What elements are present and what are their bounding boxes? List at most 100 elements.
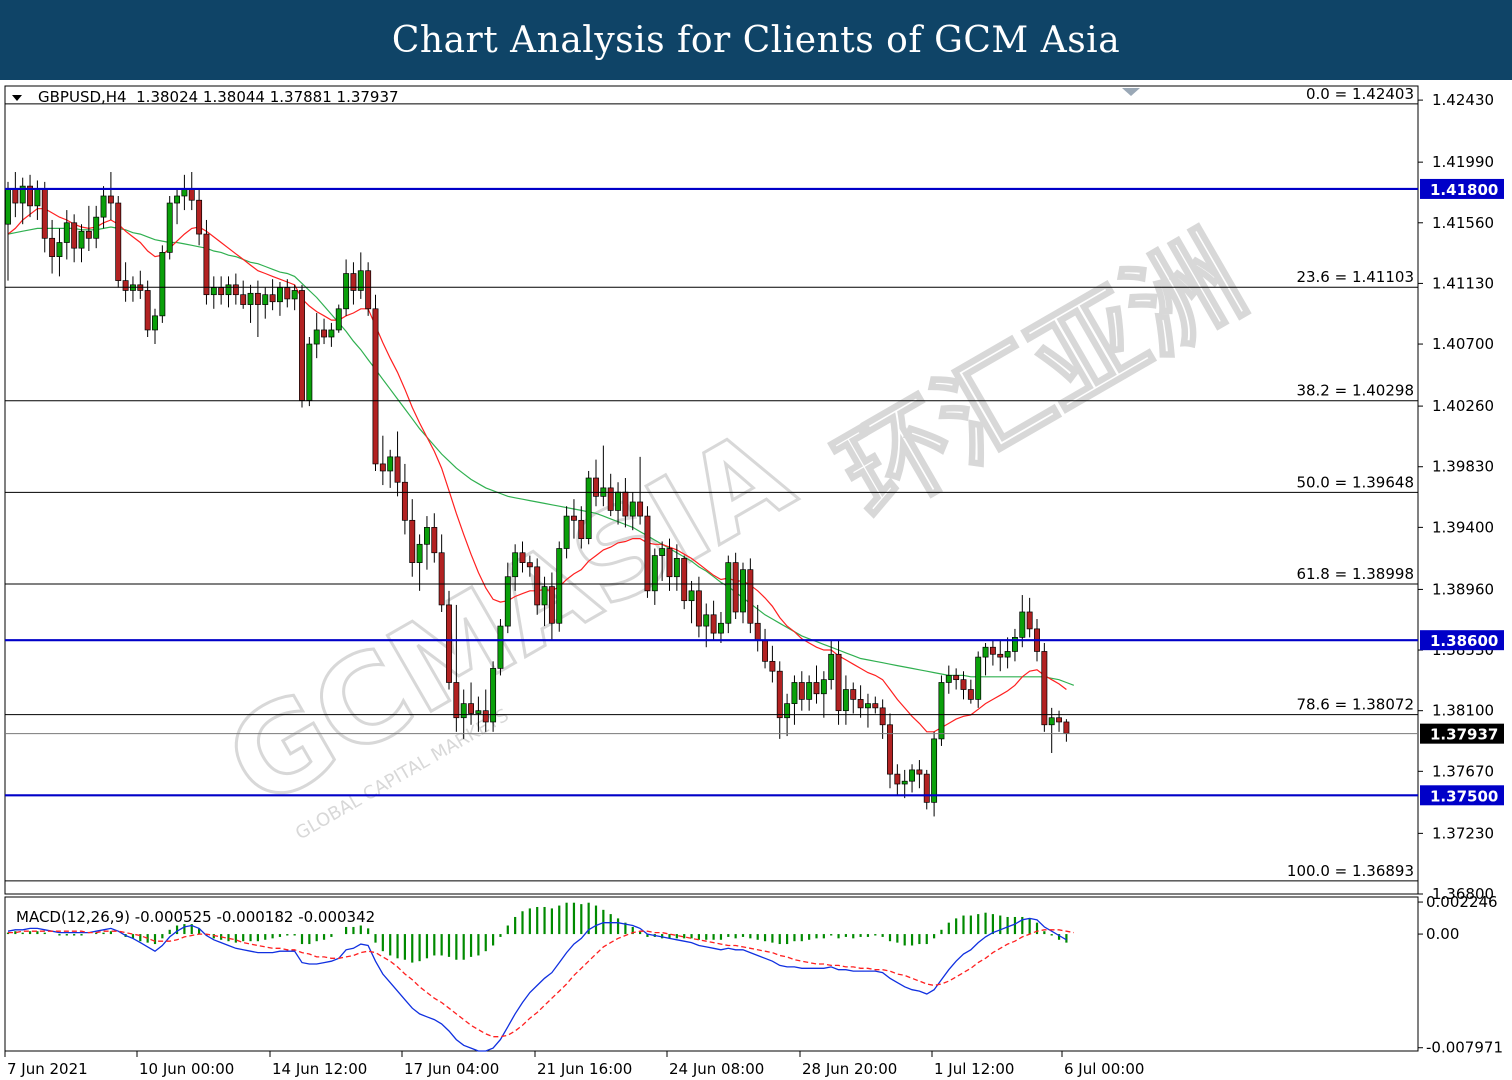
- candle-body: [945, 675, 952, 683]
- candle-body: [365, 270, 372, 310]
- candle-body: [784, 703, 791, 719]
- candle-body: [284, 287, 291, 300]
- candle-body: [997, 653, 1004, 658]
- candle-body: [431, 527, 438, 554]
- candle-body: [931, 738, 938, 803]
- candle: [490, 661, 497, 732]
- candle-body: [159, 252, 166, 317]
- price-tick-label: 1.41130: [1432, 274, 1494, 292]
- candle-body: [100, 195, 107, 218]
- current-price-label: 1.37937: [1430, 726, 1498, 744]
- price-axis: 1.42430 1.41990 1.41560 1.41130 1.40700 1.402…: [1418, 91, 1504, 903]
- candle-body: [622, 491, 629, 517]
- fib-label: 78.6 = 1.38072: [1296, 696, 1414, 714]
- macd-header: MACD(12,26,9) -0.000525 -0.000182 -0.000…: [16, 908, 375, 926]
- candle-body: [247, 292, 254, 305]
- candle-body: [1048, 717, 1055, 726]
- candle-body: [210, 287, 217, 296]
- candle-body: [989, 646, 996, 655]
- candle-body: [666, 548, 673, 578]
- candle-body: [306, 343, 313, 401]
- candle: [372, 294, 379, 471]
- candle-body: [798, 682, 805, 700]
- time-tick-label: 1 Jul 12:00: [934, 1060, 1014, 1078]
- fib-label: 61.8 = 1.38998: [1296, 565, 1414, 583]
- candle-body: [63, 222, 70, 243]
- candle-body: [232, 284, 239, 296]
- macd-tick-label: -0.007971: [1426, 1039, 1503, 1057]
- candle-body: [725, 562, 732, 624]
- candle-body: [909, 769, 916, 782]
- candle-body: [343, 273, 350, 310]
- candle-body: [34, 188, 41, 207]
- candle-body: [240, 294, 247, 305]
- candle-body: [446, 604, 452, 683]
- candle-body: [578, 519, 585, 539]
- candle-body: [262, 294, 269, 305]
- candle-body: [401, 481, 408, 521]
- candle-body: [460, 703, 467, 719]
- candle-body: [335, 308, 342, 331]
- candle-body: [960, 679, 967, 690]
- candle-body: [468, 703, 475, 714]
- candle: [725, 555, 732, 634]
- candle-body: [923, 773, 930, 803]
- fib-label: 23.6 = 1.41103: [1296, 268, 1414, 286]
- candle-body: [313, 329, 320, 345]
- candle-body: [953, 675, 960, 681]
- candle: [556, 541, 563, 632]
- candle-body: [842, 689, 849, 712]
- fib-label: 50.0 = 1.39648: [1296, 473, 1414, 491]
- candle-body: [813, 682, 820, 695]
- candle-body: [328, 329, 335, 338]
- candle-body: [350, 273, 357, 291]
- candle-body: [409, 519, 416, 563]
- candle-body: [548, 586, 555, 624]
- candle-body: [1041, 651, 1048, 726]
- candle-body: [629, 501, 636, 517]
- price-tick-label: 1.39830: [1432, 458, 1494, 476]
- candle: [1041, 642, 1048, 732]
- candle-body: [49, 237, 56, 257]
- time-tick-label: 7 Jun 2021: [7, 1060, 88, 1078]
- candle-body: [651, 555, 658, 592]
- candle: [306, 337, 313, 407]
- candle-body: [277, 287, 283, 303]
- candle-body: [769, 660, 776, 672]
- candle: [497, 619, 504, 676]
- candle-body: [152, 315, 158, 331]
- candle-body: [291, 290, 298, 300]
- candle-body: [982, 646, 989, 658]
- macd-tick-label: 0.00: [1426, 925, 1459, 943]
- price-tick-label: 1.41560: [1432, 214, 1494, 232]
- candle-body: [453, 682, 460, 719]
- candle-body: [5, 188, 11, 225]
- candle-body: [754, 622, 761, 641]
- candle-body: [203, 233, 210, 296]
- candle-body: [659, 548, 666, 556]
- candle-body: [1063, 721, 1070, 734]
- candle: [159, 245, 166, 323]
- candle: [299, 284, 305, 408]
- candle: [747, 558, 754, 634]
- candle-body: [379, 463, 386, 472]
- candle-body: [526, 562, 533, 568]
- price-tick-label: 1.38100: [1432, 702, 1494, 720]
- candle-body: [828, 653, 835, 681]
- candle: [938, 675, 945, 746]
- candle-body: [56, 242, 63, 257]
- time-axis: 7 Jun 2021 10 Jun 00:00 14 Jun 12:00 17 Jun…: [4, 1051, 1144, 1078]
- symbol-header: GBPUSD,H4 1.38024 1.38044 1.37881 1.3793…: [38, 88, 399, 106]
- candle-body: [122, 280, 129, 291]
- candle-body: [717, 622, 724, 634]
- candle-body: [916, 769, 923, 775]
- candle-body: [71, 222, 78, 249]
- time-tick-label: 28 Jun 20:00: [802, 1060, 897, 1078]
- chart: GCMASIA环汇亚洲GLOBAL CAPITAL MARKETS 0.0 = …: [4, 85, 1504, 1078]
- candle-body: [115, 202, 122, 281]
- candle-body: [806, 682, 813, 700]
- candle-body: [820, 679, 827, 695]
- candle-body: [387, 456, 394, 472]
- candle-body: [196, 199, 203, 235]
- macd-tick-label: 0.002246: [1426, 893, 1498, 911]
